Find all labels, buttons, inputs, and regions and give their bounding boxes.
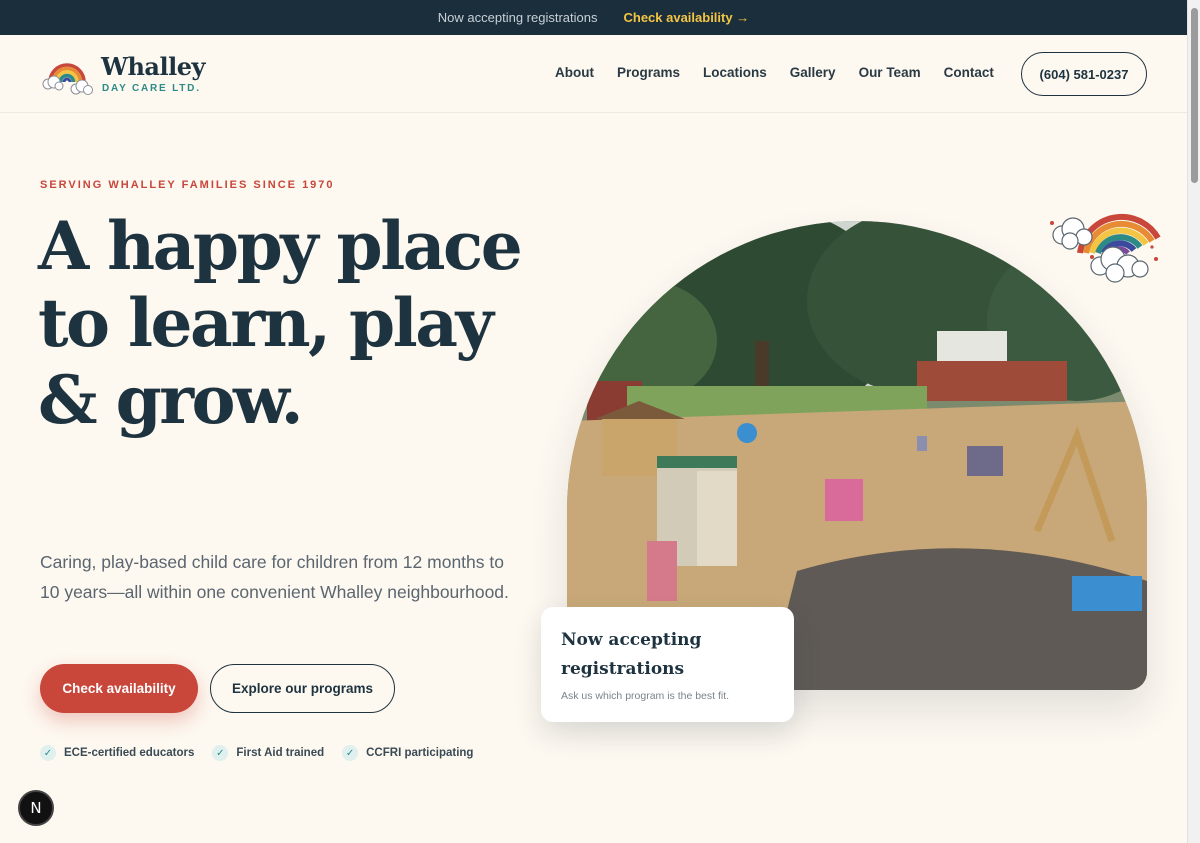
- phone-button[interactable]: (604) 581-0237: [1021, 52, 1147, 96]
- check-icon: ✓: [212, 745, 229, 761]
- trust-badges: ✓ ECE-certified educators ✓ First Aid tr…: [40, 745, 473, 761]
- rainbow-logo-icon: [42, 63, 93, 95]
- brand-subtitle: DAY CARE LTD.: [102, 83, 201, 94]
- nav-item-gallery[interactable]: Gallery: [790, 65, 836, 80]
- announcement-text: Now accepting registrations: [437, 10, 598, 25]
- site-header: Whalley DAY CARE LTD. About Programs Loc…: [0, 35, 1187, 113]
- dev-tools-badge[interactable]: N: [18, 790, 54, 826]
- trust-badge-label: ECE-certified educators: [64, 747, 195, 759]
- check-icon: ✓: [342, 745, 359, 761]
- trust-badge: ✓ CCFRI participating: [342, 745, 473, 761]
- registration-card-subtitle: Ask us which program is the best fit.: [561, 690, 730, 702]
- rainbow-cloud-icon: [1050, 213, 1161, 283]
- trust-badge-label: First Aid trained: [236, 747, 325, 759]
- trust-badge: ✓ First Aid trained: [212, 745, 324, 761]
- nav-item-about[interactable]: About: [555, 65, 594, 80]
- announcement-bar: Now accepting registrations Check availa…: [0, 0, 1187, 35]
- hero-eyebrow: SERVING WHALLEY FAMILIES SINCE 1970: [40, 179, 335, 191]
- nav-item-locations[interactable]: Locations: [703, 65, 767, 80]
- explore-programs-button[interactable]: Explore our programs: [210, 664, 395, 713]
- brand-name: Whalley: [101, 52, 205, 81]
- page-scrollbar[interactable]: [1187, 0, 1200, 843]
- nav-item-our-team[interactable]: Our Team: [859, 65, 921, 80]
- scrollbar-thumb[interactable]: [1191, 8, 1198, 183]
- brand-logo[interactable]: Whalley DAY CARE LTD.: [40, 50, 210, 98]
- hero-description: Caring, play-based child care for childr…: [40, 552, 509, 602]
- main-navigation: About Programs Locations Gallery Our Tea…: [555, 65, 1017, 80]
- trust-badge-label: CCFRI participating: [366, 747, 474, 759]
- nav-item-programs[interactable]: Programs: [617, 65, 680, 80]
- registration-card: Now accepting registrations Ask us which…: [541, 607, 794, 722]
- trust-badge: ✓ ECE-certified educators: [40, 745, 194, 761]
- check-icon: ✓: [40, 745, 56, 761]
- registration-card-title: Now accepting registrations: [561, 630, 702, 679]
- hero-headline: A happy place to learn, play & grow.: [38, 207, 523, 439]
- check-availability-link[interactable]: Check availability →: [623, 10, 749, 25]
- check-availability-button[interactable]: Check availability: [40, 664, 198, 713]
- nav-item-contact[interactable]: Contact: [944, 65, 994, 80]
